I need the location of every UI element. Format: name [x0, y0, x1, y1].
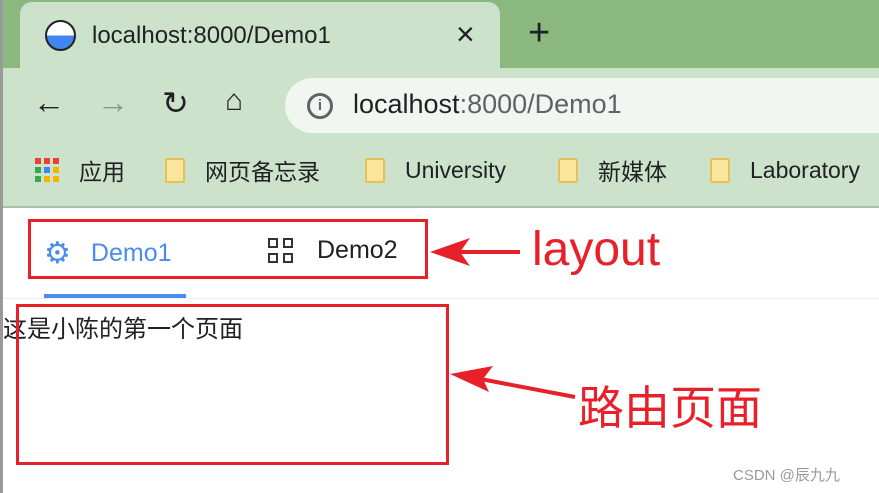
bookmark-folder[interactable]: University	[365, 152, 506, 188]
bookmark-apps[interactable]: 应用	[35, 152, 125, 188]
bookmark-label: 应用	[79, 159, 125, 185]
bookmark-folder[interactable]: 新媒体	[558, 152, 667, 188]
url-host: localhost	[353, 89, 460, 119]
folder-icon	[165, 157, 185, 183]
bookmark-label: 新媒体	[598, 159, 667, 185]
watermark: CSDN @辰九九	[733, 467, 840, 484]
forward-icon[interactable]: →	[97, 84, 129, 121]
favicon-icon	[45, 20, 76, 51]
folder-icon	[365, 157, 385, 183]
reload-icon[interactable]: ↻	[162, 84, 189, 122]
bookmark-folder[interactable]: Laboratory	[710, 152, 860, 188]
left-edge	[0, 0, 3, 493]
new-tab-button[interactable]: +	[528, 12, 550, 55]
bookmark-label: 网页备忘录	[205, 159, 320, 185]
router-highlight-box	[16, 304, 449, 465]
address-bar[interactable]: i localhost:8000/Demo1	[285, 78, 879, 133]
home-icon[interactable]: ⌂	[225, 84, 243, 118]
close-tab-icon[interactable]: ×	[456, 16, 475, 53]
menu-divider	[0, 298, 879, 299]
apps-grid-icon	[35, 158, 59, 182]
layout-annotation: layout	[532, 223, 661, 276]
bookmark-label: Laboratory	[750, 156, 860, 183]
url-path: :8000/Demo1	[459, 89, 622, 119]
bookmark-label: University	[405, 156, 506, 183]
arrow-icon	[430, 238, 520, 266]
arrow-icon	[450, 366, 576, 399]
router-annotation: 路由页面	[578, 382, 762, 434]
back-icon[interactable]: ←	[33, 84, 65, 121]
layout-highlight-box	[28, 219, 428, 279]
folder-icon	[558, 157, 578, 183]
folder-icon	[710, 157, 730, 183]
tab-title: localhost:8000/Demo1	[92, 22, 331, 49]
bookmark-folder[interactable]: 网页备忘录	[165, 152, 320, 188]
info-icon[interactable]: i	[307, 93, 333, 119]
